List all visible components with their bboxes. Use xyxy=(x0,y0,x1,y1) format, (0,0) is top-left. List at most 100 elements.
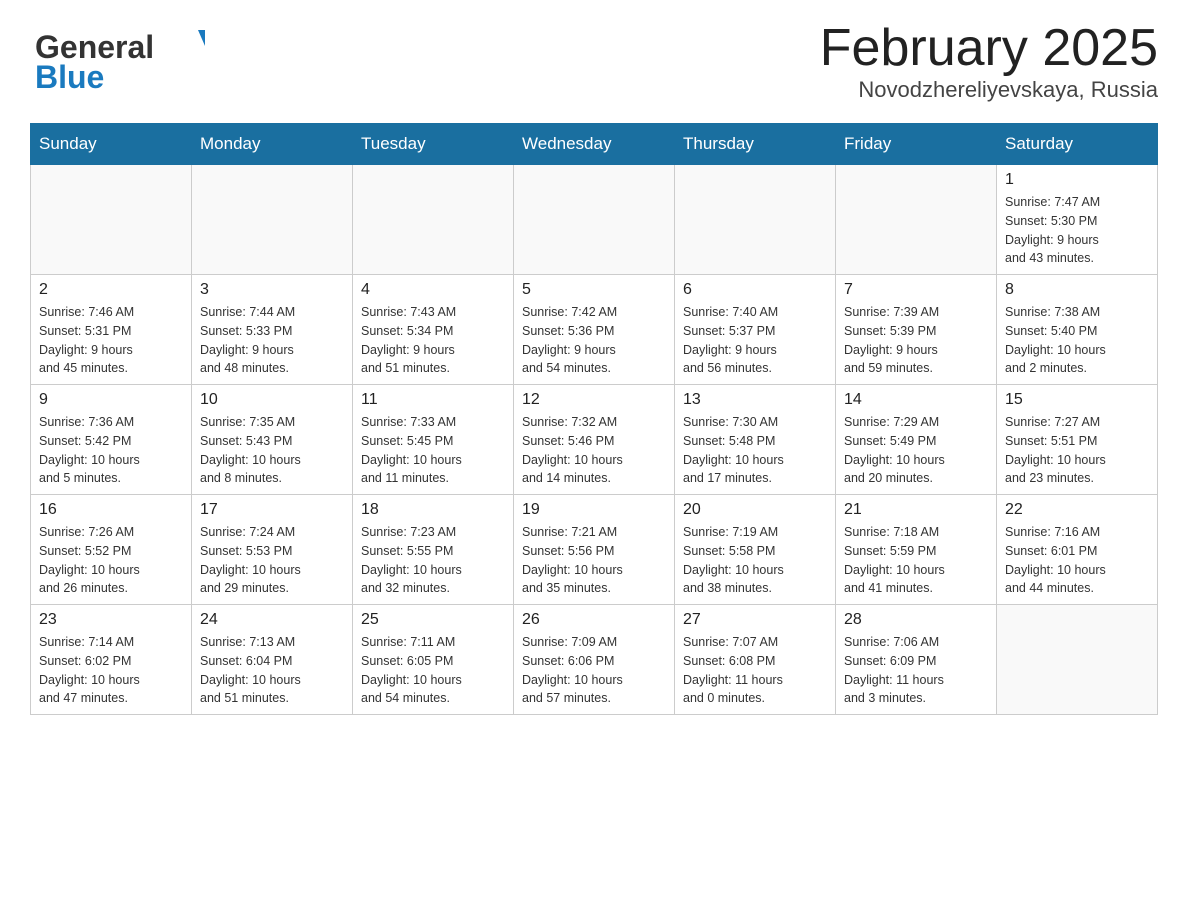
day-info: Sunrise: 7:24 AMSunset: 5:53 PMDaylight:… xyxy=(200,523,344,598)
day-number: 10 xyxy=(200,391,344,409)
location: Novodzhereliyevskaya, Russia xyxy=(820,77,1158,103)
calendar-day-cell: 7Sunrise: 7:39 AMSunset: 5:39 PMDaylight… xyxy=(836,275,997,385)
calendar-day-cell: 15Sunrise: 7:27 AMSunset: 5:51 PMDayligh… xyxy=(997,385,1158,495)
day-info: Sunrise: 7:36 AMSunset: 5:42 PMDaylight:… xyxy=(39,413,183,488)
day-number: 14 xyxy=(844,391,988,409)
calendar-day-cell: 28 Sunrise: 7:06 AMSunset: 6:09 PMDayligh… xyxy=(836,605,997,715)
day-number: 6 xyxy=(683,281,827,299)
calendar-day-cell: 14 Sunrise: 7:29 AMSunset: 5:49 PMDayligh… xyxy=(836,385,997,495)
day-info: Sunrise: 7:35 AMSunset: 5:43 PMDaylight:… xyxy=(200,413,344,488)
day-number: 22 xyxy=(1005,501,1149,519)
calendar-day-cell: 6Sunrise: 7:40 AMSunset: 5:37 PMDaylight… xyxy=(675,275,836,385)
calendar-day-cell xyxy=(31,165,192,275)
day-number: 7 xyxy=(844,281,988,299)
calendar-day-cell xyxy=(353,165,514,275)
day-number: 15 xyxy=(1005,391,1149,409)
day-number: 18 xyxy=(361,501,505,519)
calendar-day-cell: 20 Sunrise: 7:19 AMSunset: 5:58 PMDayligh… xyxy=(675,495,836,605)
day-info: Sunrise: 7:43 AMSunset: 5:34 PMDaylight:… xyxy=(361,303,505,378)
day-info: Sunrise: 7:30 AMSunset: 5:48 PMDaylight:… xyxy=(683,413,827,488)
calendar-day-cell: 2 Sunrise: 7:46 AMSunset: 5:31 PMDaylight… xyxy=(31,275,192,385)
day-of-week-header: Friday xyxy=(836,124,997,165)
day-info: Sunrise: 7:38 AMSunset: 5:40 PMDaylight:… xyxy=(1005,303,1149,378)
calendar-day-cell xyxy=(192,165,353,275)
day-number: 13 xyxy=(683,391,827,409)
day-number: 4 xyxy=(361,281,505,299)
day-info: Sunrise: 7:16 AMSunset: 6:01 PMDaylight:… xyxy=(1005,523,1149,598)
day-number: 2 xyxy=(39,281,183,299)
calendar-day-cell xyxy=(675,165,836,275)
day-info: Sunrise: 7:14 AMSunset: 6:02 PMDaylight:… xyxy=(39,633,183,708)
day-info: Sunrise: 7:19 AMSunset: 5:58 PMDaylight:… xyxy=(683,523,827,598)
calendar-day-cell xyxy=(836,165,997,275)
calendar-day-cell: 9 Sunrise: 7:36 AMSunset: 5:42 PMDaylight… xyxy=(31,385,192,495)
day-number: 19 xyxy=(522,501,666,519)
day-number: 12 xyxy=(522,391,666,409)
calendar-day-cell: 5 Sunrise: 7:42 AMSunset: 5:36 PMDaylight… xyxy=(514,275,675,385)
day-of-week-header: Tuesday xyxy=(353,124,514,165)
day-number: 1 xyxy=(1005,171,1149,189)
logo: General Blue xyxy=(30,20,205,95)
day-info: Sunrise: 7:07 AMSunset: 6:08 PMDaylight:… xyxy=(683,633,827,708)
day-number: 26 xyxy=(522,611,666,629)
calendar-week-row: 1 Sunrise: 7:47 AMSunset: 5:30 PMDaylight… xyxy=(31,165,1158,275)
day-info: Sunrise: 7:26 AMSunset: 5:52 PMDaylight:… xyxy=(39,523,183,598)
calendar-day-cell: 13 Sunrise: 7:30 AMSunset: 5:48 PMDayligh… xyxy=(675,385,836,495)
month-title: February 2025 xyxy=(820,20,1158,77)
day-number: 24 xyxy=(200,611,344,629)
calendar-week-row: 16 Sunrise: 7:26 AMSunset: 5:52 PMDayligh… xyxy=(31,495,1158,605)
calendar-week-row: 2 Sunrise: 7:46 AMSunset: 5:31 PMDaylight… xyxy=(31,275,1158,385)
day-info: Sunrise: 7:44 AMSunset: 5:33 PMDaylight:… xyxy=(200,303,344,378)
calendar-day-cell: 24 Sunrise: 7:13 AMSunset: 6:04 PMDayligh… xyxy=(192,605,353,715)
day-info: Sunrise: 7:46 AMSunset: 5:31 PMDaylight:… xyxy=(39,303,183,378)
calendar-week-row: 23 Sunrise: 7:14 AMSunset: 6:02 PMDayligh… xyxy=(31,605,1158,715)
day-number: 17 xyxy=(200,501,344,519)
calendar-day-cell: 21 Sunrise: 7:18 AMSunset: 5:59 PMDayligh… xyxy=(836,495,997,605)
day-number: 3 xyxy=(200,281,344,299)
day-info: Sunrise: 7:18 AMSunset: 5:59 PMDaylight:… xyxy=(844,523,988,598)
day-info: Sunrise: 7:42 AMSunset: 5:36 PMDaylight:… xyxy=(522,303,666,378)
day-info: Sunrise: 7:06 AMSunset: 6:09 PMDaylight:… xyxy=(844,633,988,708)
day-info: Sunrise: 7:23 AMSunset: 5:55 PMDaylight:… xyxy=(361,523,505,598)
day-number: 27 xyxy=(683,611,827,629)
calendar-day-cell: 4 Sunrise: 7:43 AMSunset: 5:34 PMDaylight… xyxy=(353,275,514,385)
day-info: Sunrise: 7:09 AMSunset: 6:06 PMDaylight:… xyxy=(522,633,666,708)
calendar-week-row: 9 Sunrise: 7:36 AMSunset: 5:42 PMDaylight… xyxy=(31,385,1158,495)
calendar-day-cell: 11Sunrise: 7:33 AMSunset: 5:45 PMDayligh… xyxy=(353,385,514,495)
calendar-day-cell: 27 Sunrise: 7:07 AMSunset: 6:08 PMDayligh… xyxy=(675,605,836,715)
calendar-day-cell: 22 Sunrise: 7:16 AMSunset: 6:01 PMDayligh… xyxy=(997,495,1158,605)
day-number: 21 xyxy=(844,501,988,519)
calendar-day-cell: 26 Sunrise: 7:09 AMSunset: 6:06 PMDayligh… xyxy=(514,605,675,715)
day-info: Sunrise: 7:21 AMSunset: 5:56 PMDaylight:… xyxy=(522,523,666,598)
calendar-day-cell: 25 Sunrise: 7:11 AMSunset: 6:05 PMDayligh… xyxy=(353,605,514,715)
day-info: Sunrise: 7:29 AMSunset: 5:49 PMDaylight:… xyxy=(844,413,988,488)
day-number: 8 xyxy=(1005,281,1149,299)
calendar-day-cell xyxy=(997,605,1158,715)
day-info: Sunrise: 7:47 AMSunset: 5:30 PMDaylight:… xyxy=(1005,193,1149,268)
svg-text:Blue: Blue xyxy=(35,59,104,95)
calendar-day-cell: 1 Sunrise: 7:47 AMSunset: 5:30 PMDaylight… xyxy=(997,165,1158,275)
calendar-day-cell: 10 Sunrise: 7:35 AMSunset: 5:43 PMDayligh… xyxy=(192,385,353,495)
day-info: Sunrise: 7:33 AMSunset: 5:45 PMDaylight:… xyxy=(361,413,505,488)
title-block: February 2025 Novodzhereliyevskaya, Russ… xyxy=(820,20,1158,103)
calendar-day-cell: 16 Sunrise: 7:26 AMSunset: 5:52 PMDayligh… xyxy=(31,495,192,605)
calendar-day-cell: 17 Sunrise: 7:24 AMSunset: 5:53 PMDayligh… xyxy=(192,495,353,605)
day-number: 28 xyxy=(844,611,988,629)
calendar-day-cell: 23 Sunrise: 7:14 AMSunset: 6:02 PMDayligh… xyxy=(31,605,192,715)
day-number: 9 xyxy=(39,391,183,409)
day-number: 20 xyxy=(683,501,827,519)
day-number: 16 xyxy=(39,501,183,519)
day-info: Sunrise: 7:13 AMSunset: 6:04 PMDaylight:… xyxy=(200,633,344,708)
calendar-day-cell xyxy=(514,165,675,275)
day-number: 23 xyxy=(39,611,183,629)
calendar-day-cell: 19 Sunrise: 7:21 AMSunset: 5:56 PMDayligh… xyxy=(514,495,675,605)
day-number: 25 xyxy=(361,611,505,629)
day-number: 5 xyxy=(522,281,666,299)
day-of-week-header: Thursday xyxy=(675,124,836,165)
day-of-week-header: Monday xyxy=(192,124,353,165)
calendar-header-row: SundayMondayTuesdayWednesdayThursdayFrid… xyxy=(31,124,1158,165)
day-info: Sunrise: 7:11 AMSunset: 6:05 PMDaylight:… xyxy=(361,633,505,708)
day-of-week-header: Sunday xyxy=(31,124,192,165)
calendar-day-cell: 18 Sunrise: 7:23 AMSunset: 5:55 PMDayligh… xyxy=(353,495,514,605)
calendar-day-cell: 3 Sunrise: 7:44 AMSunset: 5:33 PMDaylight… xyxy=(192,275,353,385)
